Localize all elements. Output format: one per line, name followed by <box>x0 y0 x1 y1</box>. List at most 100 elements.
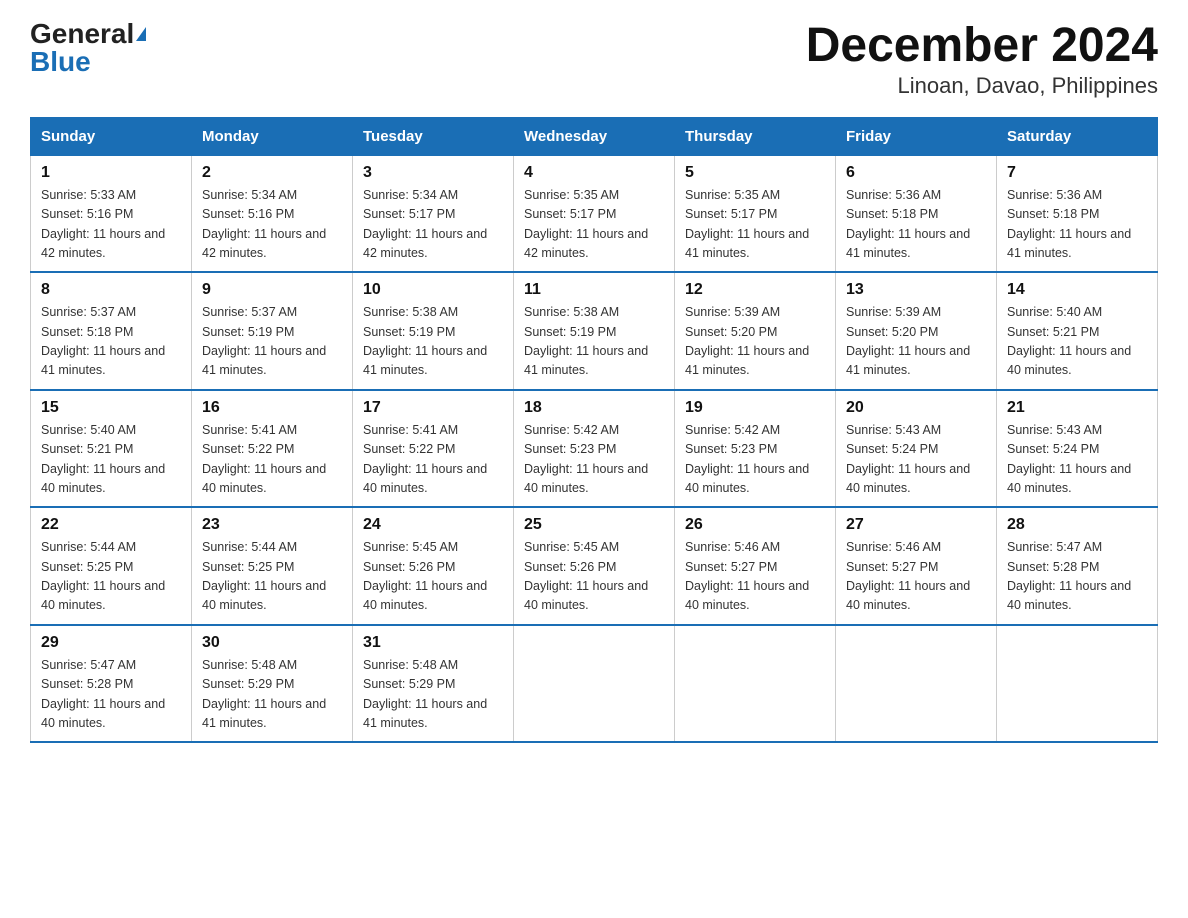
weekday-header-monday: Monday <box>192 117 353 155</box>
calendar-title: December 2024 <box>806 20 1158 73</box>
weekday-header-wednesday: Wednesday <box>514 117 675 155</box>
day-info: Sunrise: 5:41 AMSunset: 5:22 PMDaylight:… <box>363 423 487 495</box>
calendar-cell: 15 Sunrise: 5:40 AMSunset: 5:21 PMDaylig… <box>31 390 192 508</box>
day-info: Sunrise: 5:46 AMSunset: 5:27 PMDaylight:… <box>685 540 809 612</box>
weekday-header-friday: Friday <box>836 117 997 155</box>
calendar-cell: 31 Sunrise: 5:48 AMSunset: 5:29 PMDaylig… <box>353 625 514 743</box>
weekday-header-row: SundayMondayTuesdayWednesdayThursdayFrid… <box>31 117 1158 155</box>
day-info: Sunrise: 5:34 AMSunset: 5:17 PMDaylight:… <box>363 188 487 260</box>
calendar-cell: 12 Sunrise: 5:39 AMSunset: 5:20 PMDaylig… <box>675 272 836 390</box>
day-number: 13 <box>846 281 986 299</box>
day-number: 24 <box>363 516 503 534</box>
day-info: Sunrise: 5:37 AMSunset: 5:18 PMDaylight:… <box>41 305 165 377</box>
day-number: 11 <box>524 281 664 299</box>
calendar-cell: 25 Sunrise: 5:45 AMSunset: 5:26 PMDaylig… <box>514 507 675 625</box>
day-number: 10 <box>363 281 503 299</box>
day-number: 6 <box>846 164 986 182</box>
day-info: Sunrise: 5:47 AMSunset: 5:28 PMDaylight:… <box>41 658 165 730</box>
day-info: Sunrise: 5:41 AMSunset: 5:22 PMDaylight:… <box>202 423 326 495</box>
calendar-week-row: 8 Sunrise: 5:37 AMSunset: 5:18 PMDayligh… <box>31 272 1158 390</box>
day-info: Sunrise: 5:38 AMSunset: 5:19 PMDaylight:… <box>363 305 487 377</box>
calendar-cell: 22 Sunrise: 5:44 AMSunset: 5:25 PMDaylig… <box>31 507 192 625</box>
calendar-cell: 30 Sunrise: 5:48 AMSunset: 5:29 PMDaylig… <box>192 625 353 743</box>
day-number: 16 <box>202 399 342 417</box>
day-info: Sunrise: 5:45 AMSunset: 5:26 PMDaylight:… <box>524 540 648 612</box>
day-info: Sunrise: 5:36 AMSunset: 5:18 PMDaylight:… <box>846 188 970 260</box>
day-number: 19 <box>685 399 825 417</box>
day-number: 31 <box>363 634 503 652</box>
logo-blue-text: Blue <box>30 48 91 76</box>
day-info: Sunrise: 5:38 AMSunset: 5:19 PMDaylight:… <box>524 305 648 377</box>
title-block: December 2024 Linoan, Davao, Philippines <box>806 20 1158 99</box>
day-info: Sunrise: 5:33 AMSunset: 5:16 PMDaylight:… <box>41 188 165 260</box>
calendar-cell: 10 Sunrise: 5:38 AMSunset: 5:19 PMDaylig… <box>353 272 514 390</box>
day-info: Sunrise: 5:36 AMSunset: 5:18 PMDaylight:… <box>1007 188 1131 260</box>
weekday-header-saturday: Saturday <box>997 117 1158 155</box>
logo-general-text: General <box>30 20 134 48</box>
calendar-cell: 9 Sunrise: 5:37 AMSunset: 5:19 PMDayligh… <box>192 272 353 390</box>
day-number: 21 <box>1007 399 1147 417</box>
day-number: 27 <box>846 516 986 534</box>
day-number: 2 <box>202 164 342 182</box>
weekday-header-sunday: Sunday <box>31 117 192 155</box>
day-info: Sunrise: 5:39 AMSunset: 5:20 PMDaylight:… <box>846 305 970 377</box>
calendar-cell: 8 Sunrise: 5:37 AMSunset: 5:18 PMDayligh… <box>31 272 192 390</box>
calendar-cell: 13 Sunrise: 5:39 AMSunset: 5:20 PMDaylig… <box>836 272 997 390</box>
calendar-cell: 2 Sunrise: 5:34 AMSunset: 5:16 PMDayligh… <box>192 155 353 272</box>
calendar-cell: 29 Sunrise: 5:47 AMSunset: 5:28 PMDaylig… <box>31 625 192 743</box>
day-info: Sunrise: 5:39 AMSunset: 5:20 PMDaylight:… <box>685 305 809 377</box>
calendar-cell: 19 Sunrise: 5:42 AMSunset: 5:23 PMDaylig… <box>675 390 836 508</box>
calendar-cell: 17 Sunrise: 5:41 AMSunset: 5:22 PMDaylig… <box>353 390 514 508</box>
day-number: 17 <box>363 399 503 417</box>
day-number: 9 <box>202 281 342 299</box>
day-number: 15 <box>41 399 181 417</box>
calendar-week-row: 1 Sunrise: 5:33 AMSunset: 5:16 PMDayligh… <box>31 155 1158 272</box>
calendar-cell: 16 Sunrise: 5:41 AMSunset: 5:22 PMDaylig… <box>192 390 353 508</box>
day-number: 1 <box>41 164 181 182</box>
calendar-cell: 20 Sunrise: 5:43 AMSunset: 5:24 PMDaylig… <box>836 390 997 508</box>
weekday-header-thursday: Thursday <box>675 117 836 155</box>
day-number: 26 <box>685 516 825 534</box>
day-info: Sunrise: 5:42 AMSunset: 5:23 PMDaylight:… <box>685 423 809 495</box>
day-info: Sunrise: 5:34 AMSunset: 5:16 PMDaylight:… <box>202 188 326 260</box>
day-number: 12 <box>685 281 825 299</box>
calendar-cell <box>675 625 836 743</box>
day-number: 14 <box>1007 281 1147 299</box>
day-number: 8 <box>41 281 181 299</box>
day-number: 29 <box>41 634 181 652</box>
day-info: Sunrise: 5:48 AMSunset: 5:29 PMDaylight:… <box>202 658 326 730</box>
day-info: Sunrise: 5:44 AMSunset: 5:25 PMDaylight:… <box>41 540 165 612</box>
page-header: General Blue December 2024 Linoan, Davao… <box>30 20 1158 99</box>
day-number: 25 <box>524 516 664 534</box>
day-number: 4 <box>524 164 664 182</box>
calendar-cell <box>997 625 1158 743</box>
day-info: Sunrise: 5:37 AMSunset: 5:19 PMDaylight:… <box>202 305 326 377</box>
day-info: Sunrise: 5:43 AMSunset: 5:24 PMDaylight:… <box>1007 423 1131 495</box>
calendar-subtitle: Linoan, Davao, Philippines <box>806 73 1158 99</box>
calendar-cell: 11 Sunrise: 5:38 AMSunset: 5:19 PMDaylig… <box>514 272 675 390</box>
day-number: 3 <box>363 164 503 182</box>
day-info: Sunrise: 5:45 AMSunset: 5:26 PMDaylight:… <box>363 540 487 612</box>
calendar-cell <box>836 625 997 743</box>
day-info: Sunrise: 5:35 AMSunset: 5:17 PMDaylight:… <box>524 188 648 260</box>
calendar-cell: 4 Sunrise: 5:35 AMSunset: 5:17 PMDayligh… <box>514 155 675 272</box>
day-info: Sunrise: 5:44 AMSunset: 5:25 PMDaylight:… <box>202 540 326 612</box>
calendar-cell: 27 Sunrise: 5:46 AMSunset: 5:27 PMDaylig… <box>836 507 997 625</box>
day-number: 18 <box>524 399 664 417</box>
day-number: 28 <box>1007 516 1147 534</box>
calendar-cell: 18 Sunrise: 5:42 AMSunset: 5:23 PMDaylig… <box>514 390 675 508</box>
calendar-week-row: 15 Sunrise: 5:40 AMSunset: 5:21 PMDaylig… <box>31 390 1158 508</box>
day-number: 7 <box>1007 164 1147 182</box>
calendar-cell: 21 Sunrise: 5:43 AMSunset: 5:24 PMDaylig… <box>997 390 1158 508</box>
day-number: 30 <box>202 634 342 652</box>
calendar-table: SundayMondayTuesdayWednesdayThursdayFrid… <box>30 117 1158 744</box>
calendar-cell: 28 Sunrise: 5:47 AMSunset: 5:28 PMDaylig… <box>997 507 1158 625</box>
day-info: Sunrise: 5:46 AMSunset: 5:27 PMDaylight:… <box>846 540 970 612</box>
day-number: 20 <box>846 399 986 417</box>
calendar-week-row: 22 Sunrise: 5:44 AMSunset: 5:25 PMDaylig… <box>31 507 1158 625</box>
calendar-week-row: 29 Sunrise: 5:47 AMSunset: 5:28 PMDaylig… <box>31 625 1158 743</box>
weekday-header-tuesday: Tuesday <box>353 117 514 155</box>
day-info: Sunrise: 5:48 AMSunset: 5:29 PMDaylight:… <box>363 658 487 730</box>
day-info: Sunrise: 5:42 AMSunset: 5:23 PMDaylight:… <box>524 423 648 495</box>
calendar-cell: 1 Sunrise: 5:33 AMSunset: 5:16 PMDayligh… <box>31 155 192 272</box>
